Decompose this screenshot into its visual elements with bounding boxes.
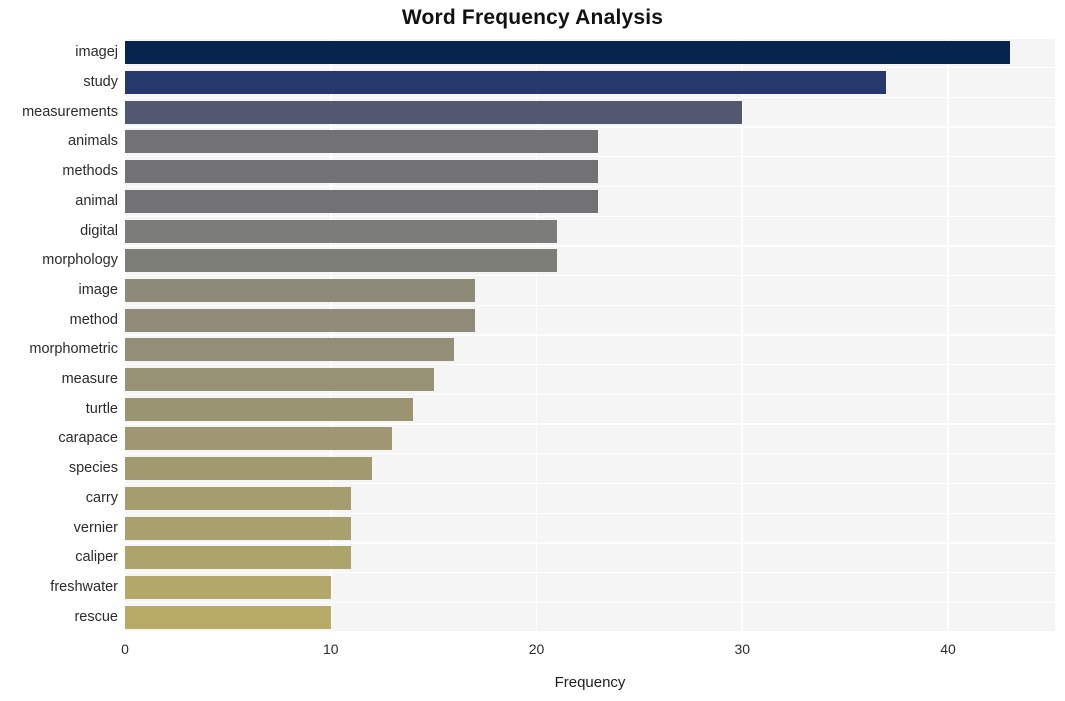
y-axis-tick-label: carry (85, 489, 118, 506)
y-axis-tick-label: measure (61, 371, 118, 388)
y-axis-tick-label: imagej (75, 44, 118, 61)
bar (125, 338, 455, 362)
x-axis-title: Frequency (554, 674, 626, 691)
bar (125, 546, 352, 570)
y-gridline (125, 304, 1055, 306)
y-axis-tick-label: animals (68, 133, 118, 150)
y-axis-tick-label: methods (62, 163, 118, 180)
y-gridline (125, 631, 1055, 632)
x-axis-tick-label: 40 (940, 641, 956, 657)
y-gridline (125, 96, 1055, 99)
y-axis-tick-label: study (83, 74, 118, 91)
bar (125, 308, 475, 332)
y-gridline (125, 334, 1055, 336)
y-gridline (125, 38, 1055, 39)
y-gridline (125, 156, 1055, 158)
y-gridline (125, 67, 1055, 69)
y-gridline (125, 542, 1055, 544)
chart-figure: Word Frequency Analysis imagej study measu… (0, 0, 1065, 701)
bar (125, 397, 414, 421)
x-axis-tick-label: 0 (121, 641, 129, 657)
x-axis-tick-label: 30 (734, 641, 751, 657)
y-axis-tick-label: caliper (75, 549, 118, 566)
chart-title: Word Frequency Analysis (401, 6, 664, 29)
x-axis-tick-label: 10 (322, 641, 339, 657)
bar (125, 427, 393, 451)
y-axis-tick-label: measurements (22, 103, 118, 120)
bar (125, 575, 331, 599)
bar (125, 368, 434, 392)
y-gridline (125, 393, 1055, 396)
bar (125, 100, 743, 124)
y-axis-tick-label: method (69, 311, 118, 328)
y-gridline (125, 364, 1055, 366)
bar (125, 457, 372, 481)
y-gridline (125, 601, 1055, 603)
y-gridline (125, 274, 1055, 277)
bar (125, 486, 352, 510)
y-axis-tick-labels: imagej study measurements animals methods ani… (0, 38, 118, 632)
bar (125, 189, 599, 213)
y-axis-tick-label: vernier (73, 519, 118, 536)
bar (125, 249, 558, 273)
bar (125, 516, 352, 540)
plot-area (125, 38, 1055, 632)
y-axis-tick-label: morphology (42, 252, 118, 269)
y-axis-tick-label: species (68, 460, 118, 477)
y-gridline (125, 215, 1055, 217)
x-axis-tick-label: 20 (528, 641, 545, 657)
y-axis-tick-label: turtle (85, 400, 118, 417)
y-axis-tick-label: digital (80, 222, 118, 239)
y-gridline (125, 571, 1055, 574)
x-axis-tick-labels: 0 10 20 30 40 (0, 641, 1065, 663)
y-gridline (125, 245, 1055, 247)
y-gridline (125, 453, 1055, 455)
y-axis-tick-label: rescue (74, 608, 118, 625)
bar (125, 160, 599, 184)
bar (125, 219, 558, 243)
bar (125, 605, 331, 629)
y-axis-tick-label: freshwater (50, 578, 118, 595)
y-axis-tick-label: morphometric (29, 341, 118, 358)
y-gridline (125, 423, 1055, 425)
y-axis-tick-label: carapace (58, 430, 118, 447)
y-gridline (125, 185, 1055, 188)
bar (125, 41, 1010, 65)
bar (125, 130, 599, 154)
y-gridline (125, 482, 1055, 485)
bar (125, 71, 887, 95)
y-gridline (125, 512, 1055, 514)
y-gridline (125, 126, 1055, 128)
y-axis-tick-label: animal (75, 192, 118, 209)
y-axis-tick-label: image (78, 281, 119, 298)
bar (125, 278, 475, 302)
